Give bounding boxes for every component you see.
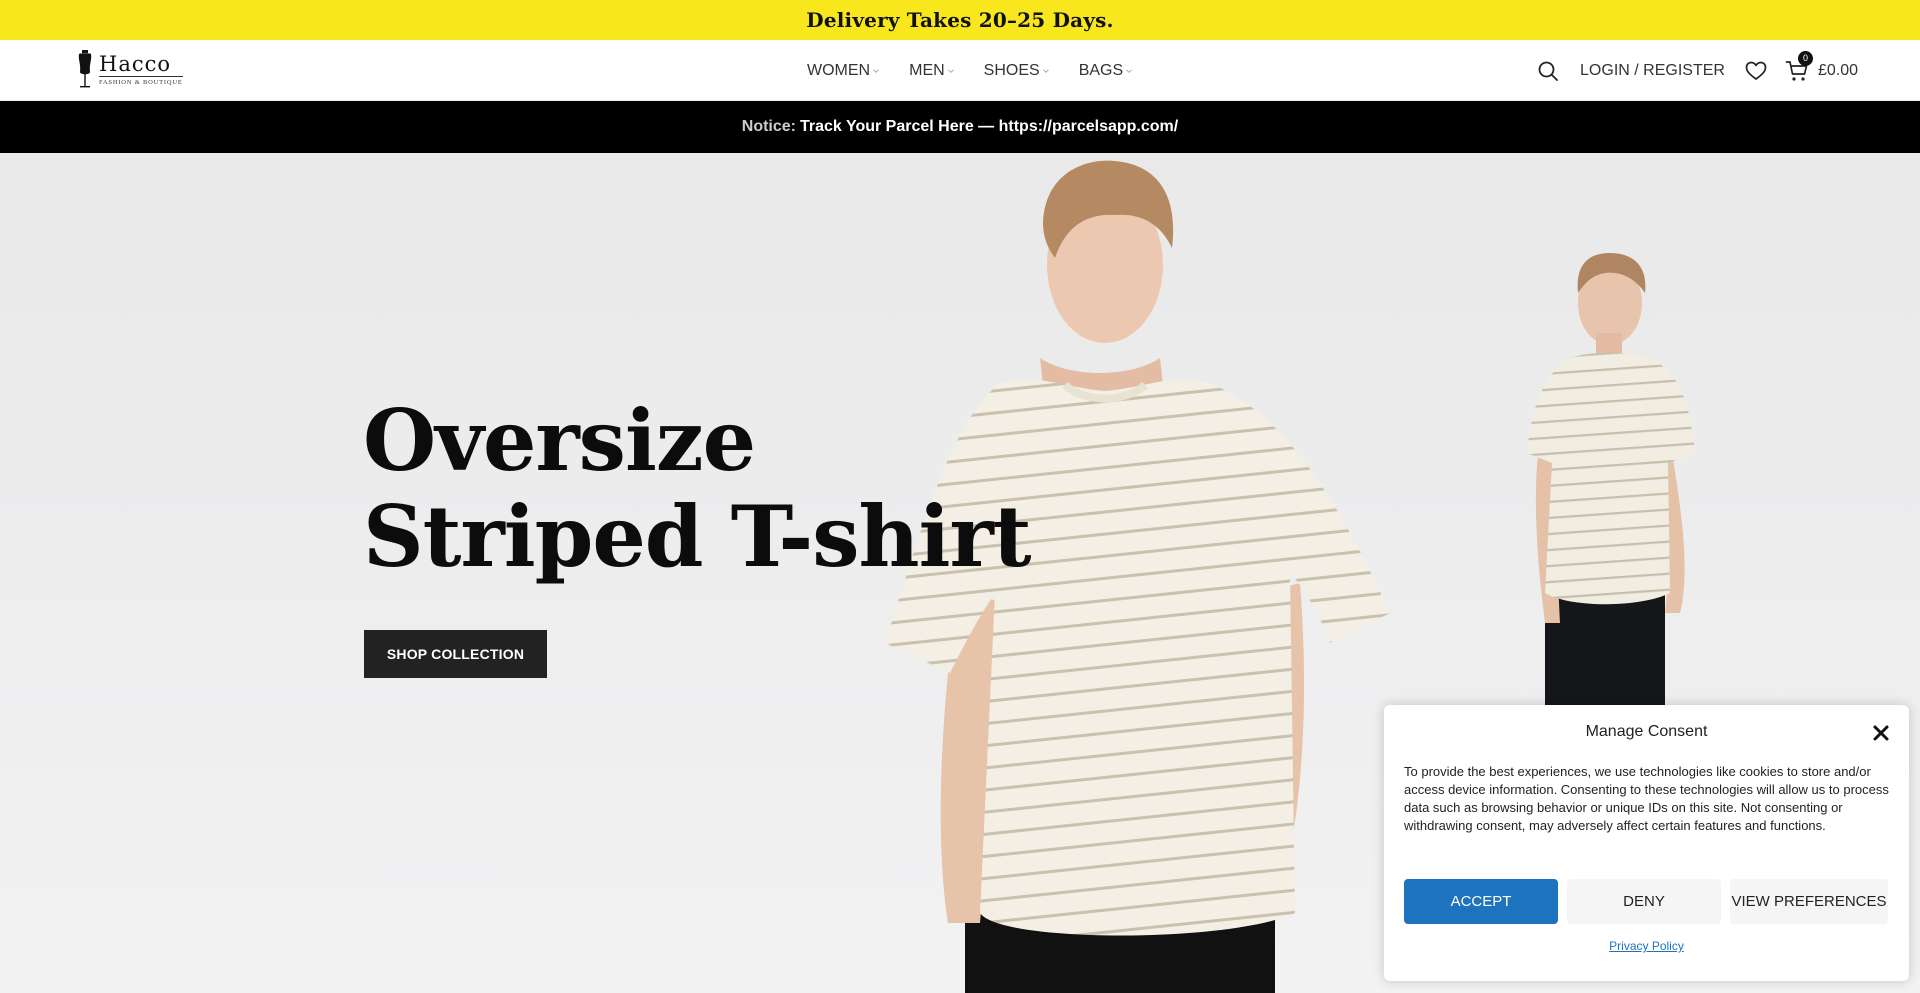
login-register-link[interactable]: LOGIN / REGISTER: [1580, 62, 1725, 80]
nav-item-shoes[interactable]: SHOES: [984, 62, 1049, 80]
nav-item-bags[interactable]: BAGS: [1079, 62, 1132, 80]
cart-total: £0.00: [1817, 61, 1858, 79]
header-tools: LOGIN / REGISTER 0 £0.00: [1536, 40, 1858, 101]
site-header: Hacco FASHION & BOUTIQUE WOMEN MEN SHOES…: [0, 40, 1920, 101]
cookie-consent-dialog: Manage Consent To provide the best exper…: [1384, 705, 1909, 981]
cart-icon-wrap: 0: [1785, 50, 1813, 83]
chevron-down-icon: [873, 69, 879, 73]
privacy-policy-link[interactable]: Privacy Policy: [1384, 939, 1909, 953]
logo-wordmark: Hacco: [99, 53, 183, 77]
notice-message[interactable]: Track Your Parcel Here — https://parcels…: [800, 118, 1178, 136]
consent-close-button[interactable]: [1871, 723, 1891, 743]
nav-item-women[interactable]: WOMEN: [807, 62, 879, 80]
heart-icon: [1745, 61, 1767, 80]
nav-label: MEN: [909, 61, 945, 79]
notice-label: Notice:: [741, 118, 796, 135]
hero-title-line-1: Oversize: [363, 391, 756, 490]
hero-title: Oversize Striped T-shirt: [363, 391, 1032, 586]
site-logo[interactable]: Hacco FASHION & BOUTIQUE: [76, 48, 188, 90]
search-icon: [1538, 61, 1558, 81]
cart-count-badge: 0: [1797, 50, 1813, 66]
nav-label: BAGS: [1078, 61, 1124, 79]
consent-body: To provide the best experiences, we use …: [1404, 764, 1889, 833]
nav-item-men[interactable]: MEN: [909, 62, 954, 80]
chevron-down-icon: [1126, 69, 1132, 73]
deny-button[interactable]: DENY: [1567, 879, 1721, 924]
view-preferences-button[interactable]: VIEW PREFERENCES: [1730, 879, 1888, 924]
notice-bar: Notice: Track Your Parcel Here — https:/…: [0, 101, 1920, 153]
hero-title-line-2: Striped T-shirt: [363, 487, 1032, 586]
chevron-down-icon: [1042, 69, 1049, 73]
logo-tagline: FASHION & BOUTIQUE: [99, 78, 183, 86]
dress-form-icon: [78, 50, 92, 88]
consent-title: Manage Consent: [1585, 723, 1708, 740]
shop-collection-button[interactable]: SHOP COLLECTION: [364, 630, 547, 678]
close-icon: [1873, 725, 1889, 741]
delivery-banner: Delivery Takes 20–25 Days.: [0, 0, 1920, 40]
main-nav: WOMEN MEN SHOES BAGS: [807, 40, 1132, 101]
chevron-down-icon: [947, 69, 954, 73]
consent-actions: ACCEPT DENY VIEW PREFERENCES: [1404, 879, 1888, 924]
wishlist-button[interactable]: [1745, 60, 1767, 82]
cart-button[interactable]: 0 £0.00: [1785, 50, 1858, 83]
nav-label: SHOES: [983, 61, 1040, 79]
nav-label: WOMEN: [807, 61, 871, 79]
accept-button[interactable]: ACCEPT: [1404, 879, 1558, 924]
delivery-banner-text: Delivery Takes 20–25 Days.: [806, 8, 1114, 32]
search-button[interactable]: [1536, 59, 1560, 83]
